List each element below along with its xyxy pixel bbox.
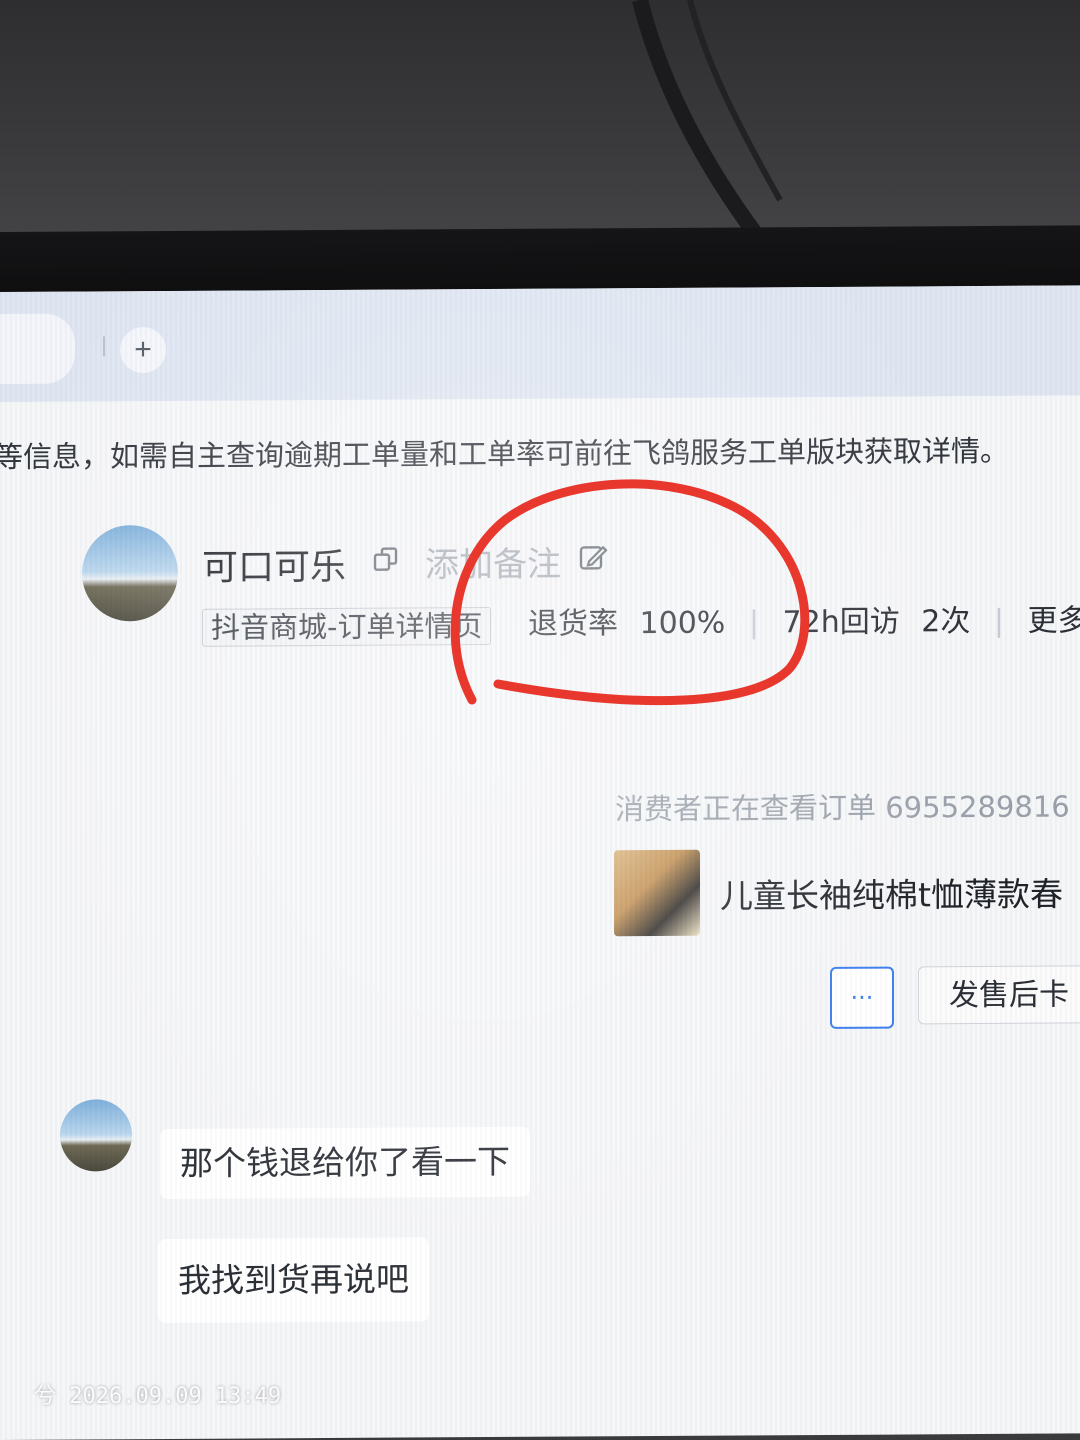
add-remark-link[interactable]: 添加备注 [425, 537, 561, 587]
more-actions-button[interactable]: ··· [830, 966, 894, 1029]
customer-avatar [82, 524, 178, 622]
chat-message: 那个钱退给你了看一下 [160, 1126, 530, 1200]
send-aftersale-card-button[interactable]: 发售后卡 [918, 965, 1080, 1025]
chat-message: 我找到货再说吧 [158, 1237, 429, 1324]
ellipsis-icon: ··· [850, 983, 874, 1012]
photo-timestamp: 兮 2026.09.09 13:49 [34, 1384, 282, 1409]
product-title[interactable]: 儿童长袖纯棉t恤薄款春 [720, 868, 1063, 918]
order-viewing-hint: 消费者正在查看订单 6955289816 [615, 789, 1070, 827]
browser-tab[interactable] [0, 313, 75, 385]
photo-stage: + 等信息，如需自主查询逾期工单量和工单率可前往飞鸽服务工单版块获取详情。 可口… [0, 0, 1080, 1440]
stats-divider: | [993, 603, 1005, 639]
notice-text: 等信息，如需自主查询逾期工单量和工单率可前往飞鸽服务工单版块获取详情。 [0, 433, 1010, 475]
tab-divider [103, 336, 105, 357]
edit-icon[interactable] [578, 542, 608, 572]
monitor-screen: + 等信息，如需自主查询逾期工单量和工单率可前往飞鸽服务工单版块获取详情。 可口… [0, 285, 1080, 1440]
copy-icon[interactable] [372, 546, 400, 574]
customer-name: 可口可乐 [202, 546, 347, 589]
source-tag: 抖音商城-订单详情页 [202, 606, 492, 647]
visit-count: 2次 [921, 604, 971, 640]
customer-stats: 退货率 100% | 72h回访 2次 | 更多 [528, 603, 1080, 642]
return-rate-label: 退货率 [528, 606, 618, 642]
more-link[interactable]: 更多 [1028, 603, 1080, 639]
message-avatar [60, 1099, 132, 1172]
browser-tab-bar: + [0, 285, 1080, 402]
new-tab-button[interactable]: + [120, 326, 166, 374]
return-rate-value: 100% [639, 605, 726, 642]
product-thumbnail[interactable] [614, 849, 700, 937]
stats-divider: | [748, 605, 759, 641]
visit-label: 72h回访 [782, 604, 900, 641]
plus-icon: + [134, 333, 152, 367]
